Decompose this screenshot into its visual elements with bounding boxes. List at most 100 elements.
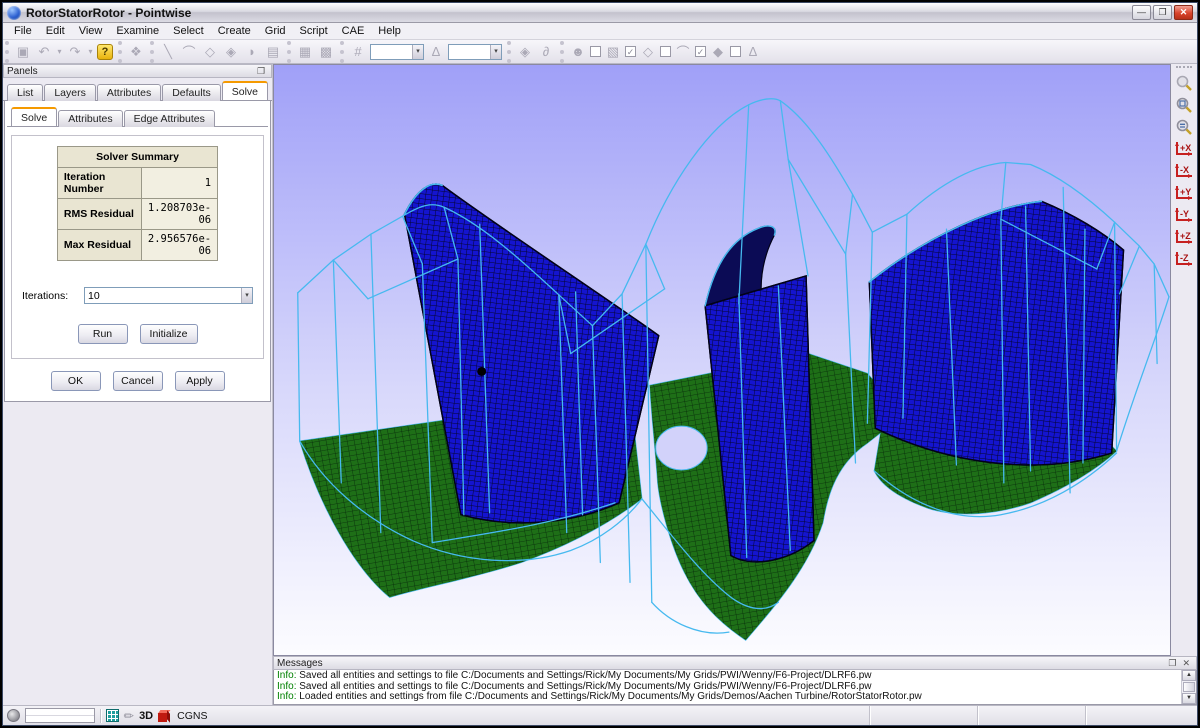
wrench-icon[interactable]: ✎ — [121, 707, 138, 724]
view-plus-y-button[interactable]: +Y — [1173, 183, 1195, 203]
status-cell — [1085, 706, 1193, 725]
connectors-checkbox[interactable]: ✓ — [695, 46, 706, 57]
cancel-button[interactable]: Cancel — [113, 371, 163, 391]
restore-button[interactable]: ❐ — [1153, 5, 1172, 20]
cae-format-label[interactable]: CGNS — [177, 710, 207, 722]
menu-file[interactable]: File — [7, 24, 39, 38]
messages-titlebar[interactable]: Messages ❐ ✕ — [273, 656, 1197, 670]
cae-solver-icon[interactable] — [158, 710, 170, 722]
initialize-button[interactable]: Initialize — [140, 324, 198, 344]
minimize-button[interactable]: — — [1132, 5, 1151, 20]
tab-layers[interactable]: Layers — [44, 84, 96, 101]
subtab-solve[interactable]: Solve — [11, 107, 57, 126]
tab-list[interactable]: List — [7, 84, 43, 101]
spacings-checkbox[interactable] — [730, 46, 741, 57]
messages-list[interactable]: Info: Saved all entities and settings to… — [274, 670, 1181, 704]
menu-select[interactable]: Select — [166, 24, 211, 38]
close-button[interactable]: ✕ — [1174, 5, 1193, 20]
create-curve-icon[interactable]: ⌒ — [180, 43, 198, 61]
menu-view[interactable]: View — [72, 24, 110, 38]
scroll-up-icon[interactable]: ▲ — [1182, 670, 1196, 681]
iterations-combobox[interactable]: ▾ — [84, 287, 253, 304]
viewport-3d-scene[interactable] — [274, 65, 1170, 655]
dimension-mode-label[interactable]: 3D — [139, 710, 153, 722]
view-minus-z-button[interactable]: -Z — [1173, 249, 1195, 269]
selected-point[interactable] — [477, 367, 486, 376]
scroll-thumb[interactable] — [1183, 682, 1195, 692]
view-plus-x-button[interactable]: +X — [1173, 139, 1195, 159]
redo-dropdown-icon[interactable]: ▾ — [87, 43, 94, 61]
show-spacings-icon[interactable]: ◆ — [709, 43, 727, 61]
help-icon[interactable]: ? — [97, 44, 113, 60]
view-plus-z-button[interactable]: +Z — [1173, 227, 1195, 247]
show-database-icon[interactable]: ☻ — [569, 43, 587, 61]
svg-text:+Z: +Z — [1180, 231, 1191, 241]
messages-scrollbar[interactable]: ▲ ▼ — [1181, 670, 1196, 704]
show-blocks-icon[interactable]: ▧ — [604, 43, 622, 61]
dimension-icon[interactable]: # — [349, 43, 367, 61]
tab-defaults[interactable]: Defaults — [162, 84, 221, 101]
tab-solve[interactable]: Solve — [222, 81, 268, 100]
subtab-attributes[interactable]: Attributes — [58, 110, 122, 127]
view-minus-y-button[interactable]: -Y — [1173, 205, 1195, 225]
create-extrude-icon[interactable]: ◗ — [243, 43, 261, 61]
menu-script[interactable]: Script — [293, 24, 335, 38]
surface-icon[interactable]: ◈ — [516, 43, 534, 61]
panels-float-icon[interactable]: ❐ — [254, 66, 268, 77]
dimension-combobox[interactable]: ▾ — [370, 44, 424, 60]
zoom-in-button[interactable] — [1173, 73, 1195, 93]
message-text: Saved all entities and settings to file … — [296, 681, 871, 692]
redo-icon[interactable]: ↷ — [66, 43, 84, 61]
message-text: Saved all entities and settings to file … — [296, 670, 871, 681]
dimension-drop-icon[interactable]: ▾ — [412, 45, 423, 59]
subtab-edge-attributes[interactable]: Edge Attributes — [124, 110, 215, 127]
zoom-equal-button[interactable] — [1173, 117, 1195, 137]
blocks-checkbox[interactable]: ✓ — [625, 46, 636, 57]
show-labels-icon[interactable]: Δ — [744, 43, 762, 61]
app-icon — [7, 6, 21, 20]
messages-float-icon[interactable]: ❐ — [1165, 658, 1179, 669]
spacing-drop-icon[interactable]: ▾ — [490, 45, 501, 59]
iterations-drop-icon[interactable]: ▾ — [241, 288, 252, 303]
create-block-icon[interactable]: ▤ — [264, 43, 282, 61]
undo-dropdown-icon[interactable]: ▾ — [56, 43, 63, 61]
iterations-input[interactable] — [85, 288, 241, 303]
menu-create[interactable]: Create — [211, 24, 258, 38]
scroll-down-icon[interactable]: ▼ — [1182, 693, 1196, 704]
menu-examine[interactable]: Examine — [109, 24, 166, 38]
save-icon[interactable]: ▣ — [14, 43, 32, 61]
apply-button[interactable]: Apply — [175, 371, 225, 391]
menu-cae[interactable]: CAE — [335, 24, 372, 38]
spacing-combobox[interactable]: ▾ — [448, 44, 502, 60]
database-checkbox[interactable] — [590, 46, 601, 57]
layers-stack-icon[interactable]: ❖ — [127, 43, 145, 61]
menu-bar: File Edit View Examine Select Create Gri… — [3, 23, 1197, 40]
menu-grid[interactable]: Grid — [258, 24, 293, 38]
menu-edit[interactable]: Edit — [39, 24, 72, 38]
show-connectors-icon[interactable]: ⌒ — [674, 43, 692, 61]
create-segment-icon[interactable]: ╲ — [159, 43, 177, 61]
view-minus-x-button[interactable]: -X — [1173, 161, 1195, 181]
tab-attributes[interactable]: Attributes — [97, 84, 161, 101]
create-structured-domain-icon[interactable]: ◈ — [222, 43, 240, 61]
run-button[interactable]: Run — [78, 324, 128, 344]
create-domain-icon[interactable]: ◇ — [201, 43, 219, 61]
grid-mode-icon[interactable] — [106, 709, 119, 722]
zoom-extents-button[interactable] — [1173, 95, 1195, 115]
undo-icon[interactable]: ↶ — [35, 43, 53, 61]
max-residual-value: 2.956576e-06 — [141, 230, 217, 261]
partial-derivative-icon[interactable]: ∂ — [537, 43, 555, 61]
titlebar[interactable]: RotorStatorRotor - Pointwise — ❐ ✕ — [3, 3, 1197, 23]
iterations-label: Iterations: — [22, 290, 84, 302]
menu-help[interactable]: Help — [371, 24, 408, 38]
viewport-3d[interactable] — [273, 64, 1171, 656]
show-domains-icon[interactable]: ◇ — [639, 43, 657, 61]
panels-dock-titlebar[interactable]: Panels ❐ — [3, 64, 272, 78]
structured-grid-icon[interactable]: ▦ — [296, 43, 314, 61]
domains-checkbox[interactable] — [660, 46, 671, 57]
spacing-icon[interactable]: Δ — [427, 43, 445, 61]
ok-button[interactable]: OK — [51, 371, 101, 391]
unstructured-grid-icon[interactable]: ▩ — [317, 43, 335, 61]
messages-close-icon[interactable]: ✕ — [1179, 658, 1193, 669]
toolbar-drag-handle[interactable] — [1176, 66, 1192, 68]
